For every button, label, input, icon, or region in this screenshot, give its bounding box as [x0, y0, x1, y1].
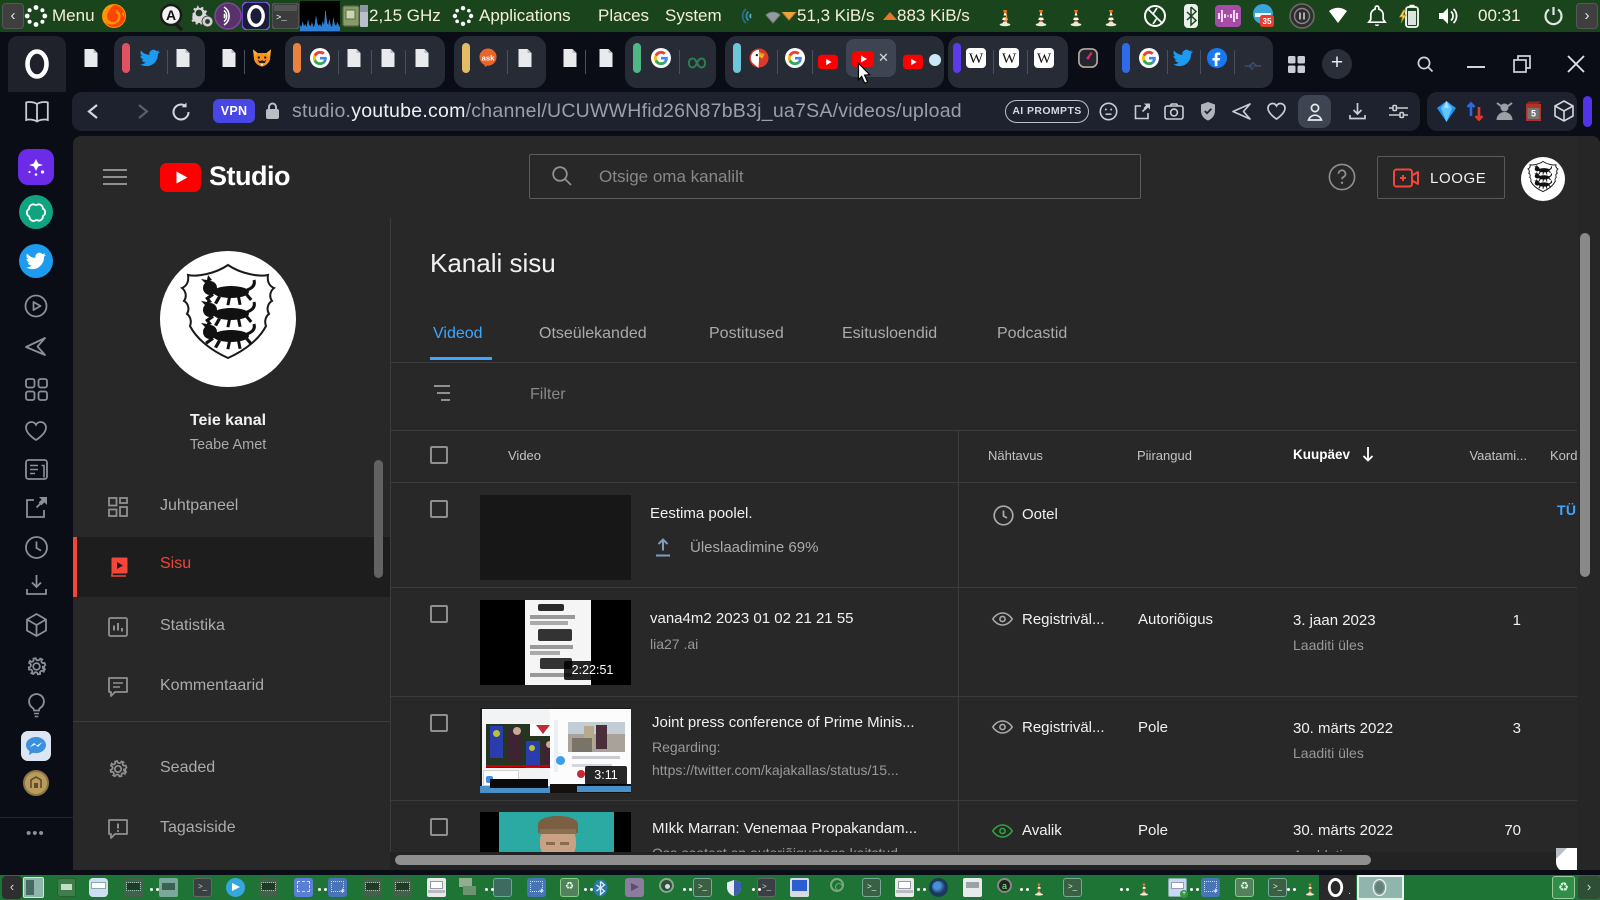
- svg-text:W: W: [1037, 50, 1052, 67]
- svg-text:>_: >_: [276, 13, 287, 23]
- svg-text:W: W: [969, 50, 984, 67]
- svg-text:W: W: [1002, 50, 1017, 67]
- svg-text:ask: ask: [482, 53, 495, 62]
- svg-text:A: A: [166, 7, 176, 23]
- svg-text:35: 35: [1263, 17, 1272, 26]
- svg-text:5: 5: [1531, 109, 1536, 119]
